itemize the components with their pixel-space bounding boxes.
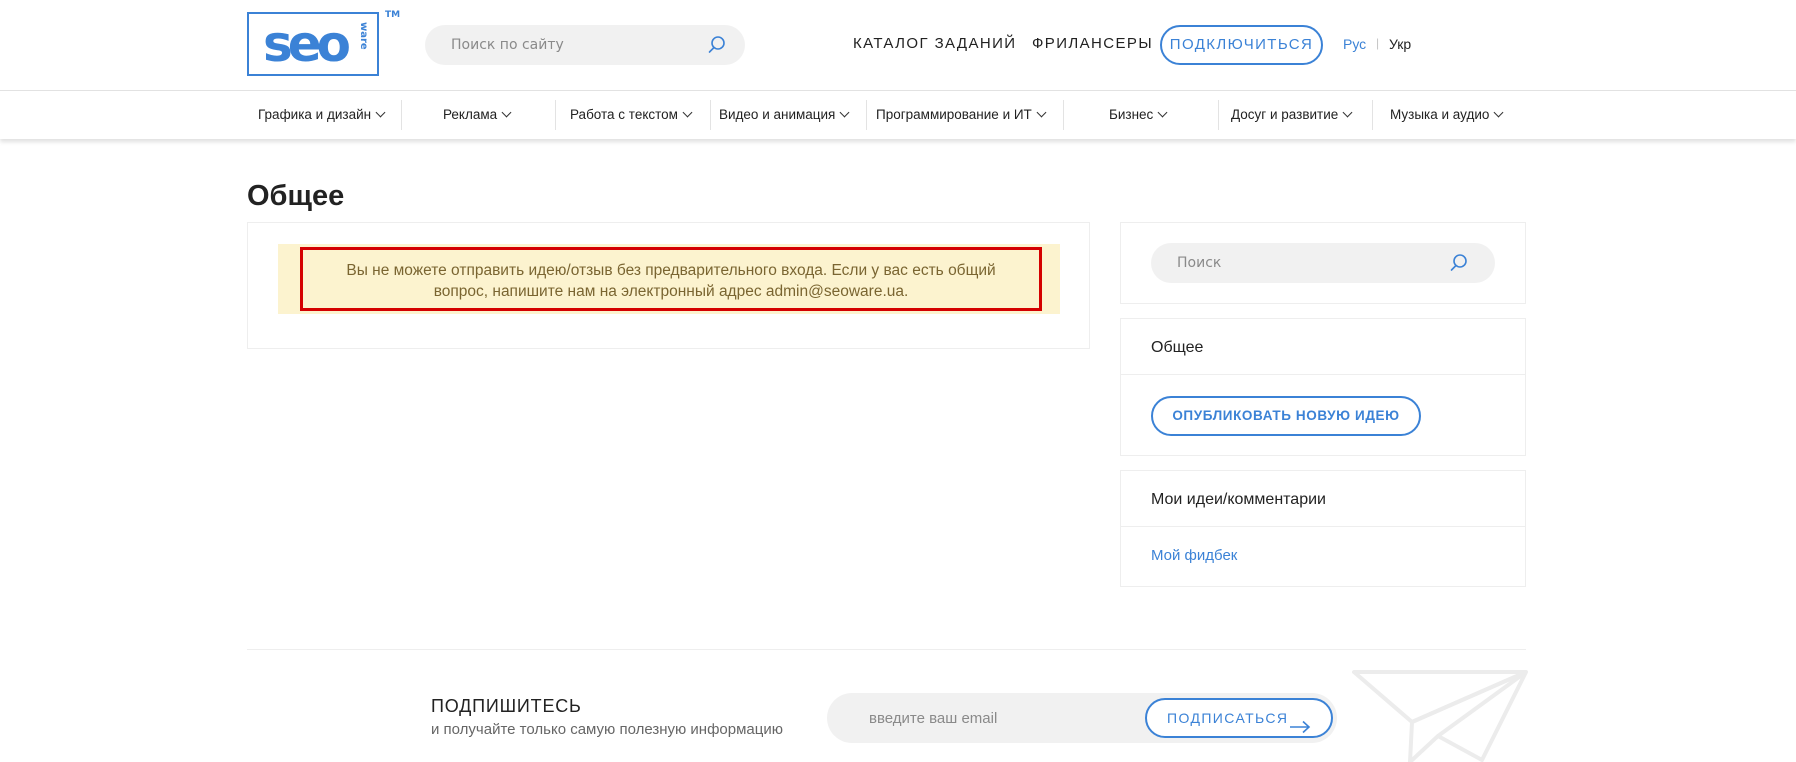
sidebar-general-card: Общее ОПУБЛИКОВАТЬ НОВУЮ ИДЕЮ	[1120, 318, 1526, 456]
alert-message: Вы не можете отправить идею/отзыв без пр…	[303, 260, 1039, 302]
chevron-down-icon	[1342, 107, 1353, 118]
category-label: Программирование и ИТ	[876, 107, 1032, 122]
divider	[1063, 100, 1064, 130]
divider	[1121, 374, 1525, 375]
content-card: Вы не можете отправить идею/отзыв без пр…	[247, 222, 1090, 349]
divider	[555, 100, 556, 130]
subscribe-title: ПОДПИШИТЕСЬ	[431, 696, 582, 716]
category-graphics[interactable]: Графика и дизайн	[258, 91, 386, 139]
my-feedback-link[interactable]: Мой фидбек	[1151, 547, 1237, 564]
login-required-alert: Вы не можете отправить идею/отзыв без пр…	[278, 244, 1060, 314]
divider	[710, 100, 711, 130]
site-header: seo ware TM КАТАЛОГ ЗАДАНИЙ ФРИЛАНСЕРЫ П…	[0, 0, 1796, 91]
category-label: Досуг и развитие	[1231, 107, 1339, 122]
arrow-right-icon	[1289, 711, 1311, 734]
lang-ru-link[interactable]: Рус	[1343, 36, 1366, 52]
divider	[866, 100, 867, 130]
header-search-input[interactable]	[425, 25, 695, 65]
divider	[401, 100, 402, 130]
paper-plane-icon	[1352, 670, 1528, 762]
category-leisure[interactable]: Досуг и развитие	[1231, 91, 1353, 139]
nav-catalog-link[interactable]: КАТАЛОГ ЗАДАНИЙ	[853, 35, 1017, 52]
chevron-down-icon	[1036, 107, 1047, 118]
category-programming[interactable]: Программирование и ИТ	[876, 91, 1047, 139]
logo-text: seo	[263, 15, 351, 73]
logo-suffix: ware	[358, 22, 369, 50]
header-search	[425, 25, 745, 65]
footer-divider	[247, 649, 1526, 650]
email-input[interactable]	[827, 693, 1127, 743]
logo[interactable]: seo ware	[247, 12, 379, 76]
sidebar-my-ideas-card: Мои идеи/комментарии Мой фидбек	[1120, 470, 1526, 587]
category-label: Бизнес	[1109, 107, 1154, 122]
lang-separator: |	[1376, 36, 1380, 50]
category-label: Музыка и аудио	[1390, 107, 1490, 122]
logo-trademark: TM	[385, 10, 401, 20]
alert-message-line: Вы не можете отправить идею/отзыв без пр…	[346, 262, 996, 279]
chevron-down-icon	[682, 107, 693, 118]
category-label: Видео и анимация	[719, 107, 836, 122]
sidebar-search-input[interactable]	[1151, 243, 1441, 283]
chevron-down-icon	[375, 107, 386, 118]
category-music[interactable]: Музыка и аудио	[1390, 91, 1504, 139]
subscribe-button[interactable]: ПОДПИСАТЬСЯ	[1145, 698, 1333, 738]
subscribe-button-label: ПОДПИСАТЬСЯ	[1167, 710, 1289, 726]
lang-ua-link[interactable]: Укр	[1389, 36, 1411, 52]
category-label: Работа с текстом	[570, 107, 678, 122]
category-video[interactable]: Видео и анимация	[719, 91, 850, 139]
category-advertising[interactable]: Реклама	[443, 91, 512, 139]
category-text[interactable]: Работа с текстом	[570, 91, 693, 139]
nav-freelancers-link[interactable]: ФРИЛАНСЕРЫ	[1032, 35, 1153, 52]
chevron-down-icon	[839, 107, 850, 118]
sidebar-search-card	[1120, 222, 1526, 304]
divider	[1121, 526, 1525, 527]
subscribe-description: и получайте только самую полезную информ…	[431, 721, 783, 738]
publish-idea-button[interactable]: ОПУБЛИКОВАТЬ НОВУЮ ИДЕЮ	[1151, 396, 1421, 436]
subscribe-form: ПОДПИСАТЬСЯ	[827, 693, 1337, 743]
sidebar-general-heading: Общее	[1151, 339, 1204, 356]
category-label: Реклама	[443, 107, 498, 122]
chevron-down-icon	[1493, 107, 1504, 118]
connect-button[interactable]: ПОДКЛЮЧИТЬСЯ	[1160, 25, 1323, 65]
category-nav: Графика и дизайн Реклама Работа с тексто…	[0, 91, 1796, 139]
category-label: Графика и дизайн	[258, 107, 372, 122]
alert-message-line: вопрос, напишите нам на электронный адре…	[433, 283, 909, 300]
category-business[interactable]: Бизнес	[1109, 91, 1168, 139]
divider	[1218, 100, 1219, 130]
chevron-down-icon	[1157, 107, 1168, 118]
search-icon[interactable]	[707, 35, 727, 55]
sidebar-my-ideas-heading: Мои идеи/комментарии	[1151, 491, 1326, 508]
page-title: Общее	[247, 180, 345, 212]
sidebar-search	[1151, 243, 1495, 283]
alert-highlight-frame: Вы не можете отправить идею/отзыв без пр…	[300, 247, 1042, 311]
divider	[1372, 100, 1373, 130]
chevron-down-icon	[501, 107, 512, 118]
search-icon[interactable]	[1449, 253, 1469, 273]
